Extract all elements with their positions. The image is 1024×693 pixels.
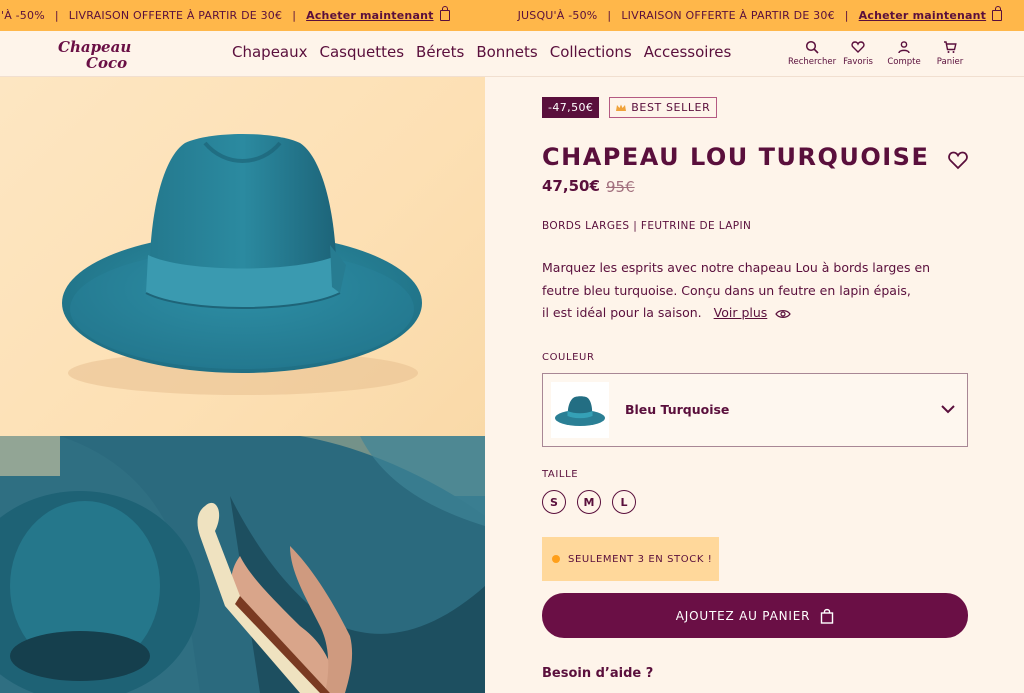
badges: -47,50€ BEST SELLER xyxy=(542,97,718,118)
search-icon xyxy=(805,40,819,54)
site-header: Chapeau Coco Chapeaux Casquettes Bérets … xyxy=(0,31,1024,77)
size-label: TAILLE xyxy=(542,469,579,480)
favorites-button[interactable]: Favoris xyxy=(840,40,876,67)
brand-logo[interactable]: Chapeau Coco xyxy=(56,37,140,71)
account-label: Compte xyxy=(887,57,921,67)
favorites-label: Favoris xyxy=(843,57,873,67)
heart-icon xyxy=(851,41,865,53)
product-info-panel: -47,50€ BEST SELLER CHAPEAU LOU TURQUOIS… xyxy=(485,77,1024,693)
help-heading: Besoin d’aide ? xyxy=(542,666,654,681)
search-label: Rechercher xyxy=(787,57,837,67)
promo-discount-text: JUSQU'À -50% xyxy=(517,9,598,22)
wishlist-heart-icon[interactable] xyxy=(947,149,969,171)
promo-track: JUSQU'À -50% | LIVRAISON OFFERTE À PARTI… xyxy=(0,0,1024,31)
logo-line2: Coco xyxy=(86,54,127,71)
hat-illustration xyxy=(62,134,422,395)
bestseller-badge: BEST SELLER xyxy=(609,97,718,118)
lifestyle-photo xyxy=(0,436,485,693)
product-image-lifestyle[interactable] xyxy=(0,436,485,693)
nav-item-berets[interactable]: Bérets xyxy=(416,43,464,61)
chevron-down-icon xyxy=(941,405,955,414)
header-tools: Rechercher Favoris Compte Panier xyxy=(788,40,968,67)
nav-item-bonnets[interactable]: Bonnets xyxy=(476,43,537,61)
hat-thumbnail xyxy=(555,396,605,426)
description-line: feutre bleu turquoise. Conçu dans un feu… xyxy=(542,282,911,298)
bag-icon xyxy=(992,6,1003,21)
promo-segment: JUSQU'À -50% | LIVRAISON OFFERTE À PARTI… xyxy=(508,6,1024,22)
product-image-main[interactable] xyxy=(0,77,485,436)
promo-discount-text: JUSQU'À -50% xyxy=(0,9,45,22)
size-option-s[interactable]: S xyxy=(542,490,566,514)
nav-item-casquettes[interactable]: Casquettes xyxy=(320,43,405,61)
size-option-m[interactable]: M xyxy=(577,490,601,514)
account-button[interactable]: Compte xyxy=(886,40,922,67)
description-line: il est idéal pour la saison. Voir plus xyxy=(542,302,962,325)
add-to-cart-button[interactable]: AJOUTEZ AU PANIER xyxy=(542,593,968,638)
add-to-cart-label: AJOUTEZ AU PANIER xyxy=(675,608,811,623)
current-price: 47,50€ xyxy=(542,177,600,195)
discount-badge: -47,50€ xyxy=(542,97,600,118)
see-more-link[interactable]: Voir plus xyxy=(714,305,768,320)
promo-bar: JUSQU'À -50% | LIVRAISON OFFERTE À PARTI… xyxy=(0,0,1024,31)
color-select[interactable]: Bleu Turquoise xyxy=(542,373,968,447)
promo-segment: JUSQU'À -50% | LIVRAISON OFFERTE À PARTI… xyxy=(0,6,472,22)
stock-dot-icon xyxy=(552,555,560,563)
nav-item-chapeaux[interactable]: Chapeaux xyxy=(232,43,308,61)
size-option-l[interactable]: L xyxy=(612,490,636,514)
promo-shop-link[interactable]: Acheter maintenant xyxy=(296,9,439,22)
original-price: 95€ xyxy=(606,178,635,196)
eye-icon xyxy=(775,309,791,318)
stock-text: SEULEMENT 3 EN STOCK ! xyxy=(568,553,713,565)
product-title: CHAPEAU LOU TURQUOISE xyxy=(542,143,930,171)
nav-item-accessoires[interactable]: Accessoires xyxy=(644,43,732,61)
stock-alert: SEULEMENT 3 EN STOCK ! xyxy=(542,537,719,581)
bag-icon xyxy=(439,6,450,21)
bag-icon xyxy=(821,608,834,624)
cart-button[interactable]: Panier xyxy=(932,40,968,67)
promo-shipping-text: LIVRAISON OFFERTE À PARTIR DE 30€ xyxy=(621,9,835,22)
color-swatch-image xyxy=(551,382,609,438)
product-description: Marquez les esprits avec notre chapeau L… xyxy=(542,257,962,325)
cart-icon xyxy=(944,41,957,53)
promo-shipping-text: LIVRAISON OFFERTE À PARTIR DE 30€ xyxy=(68,9,283,22)
promo-shop-link[interactable]: Acheter maintenant xyxy=(849,9,992,22)
selected-color: Bleu Turquoise xyxy=(625,402,730,417)
bestseller-label: BEST SELLER xyxy=(631,101,711,114)
color-label: COULEUR xyxy=(542,352,595,363)
main-nav: Chapeaux Casquettes Bérets Bonnets Colle… xyxy=(232,43,731,61)
cart-label: Panier xyxy=(936,57,964,67)
size-options: S M L xyxy=(542,490,636,514)
nav-item-collections[interactable]: Collections xyxy=(550,43,632,61)
product-tags: BORDS LARGES | FEUTRINE DE LAPIN xyxy=(542,220,752,232)
search-button[interactable]: Rechercher xyxy=(788,40,836,67)
crown-icon xyxy=(616,104,627,111)
description-line: Marquez les esprits avec notre chapeau L… xyxy=(542,260,931,275)
description-line-text: il est idéal pour la saison. xyxy=(542,305,702,320)
user-icon xyxy=(898,41,910,54)
